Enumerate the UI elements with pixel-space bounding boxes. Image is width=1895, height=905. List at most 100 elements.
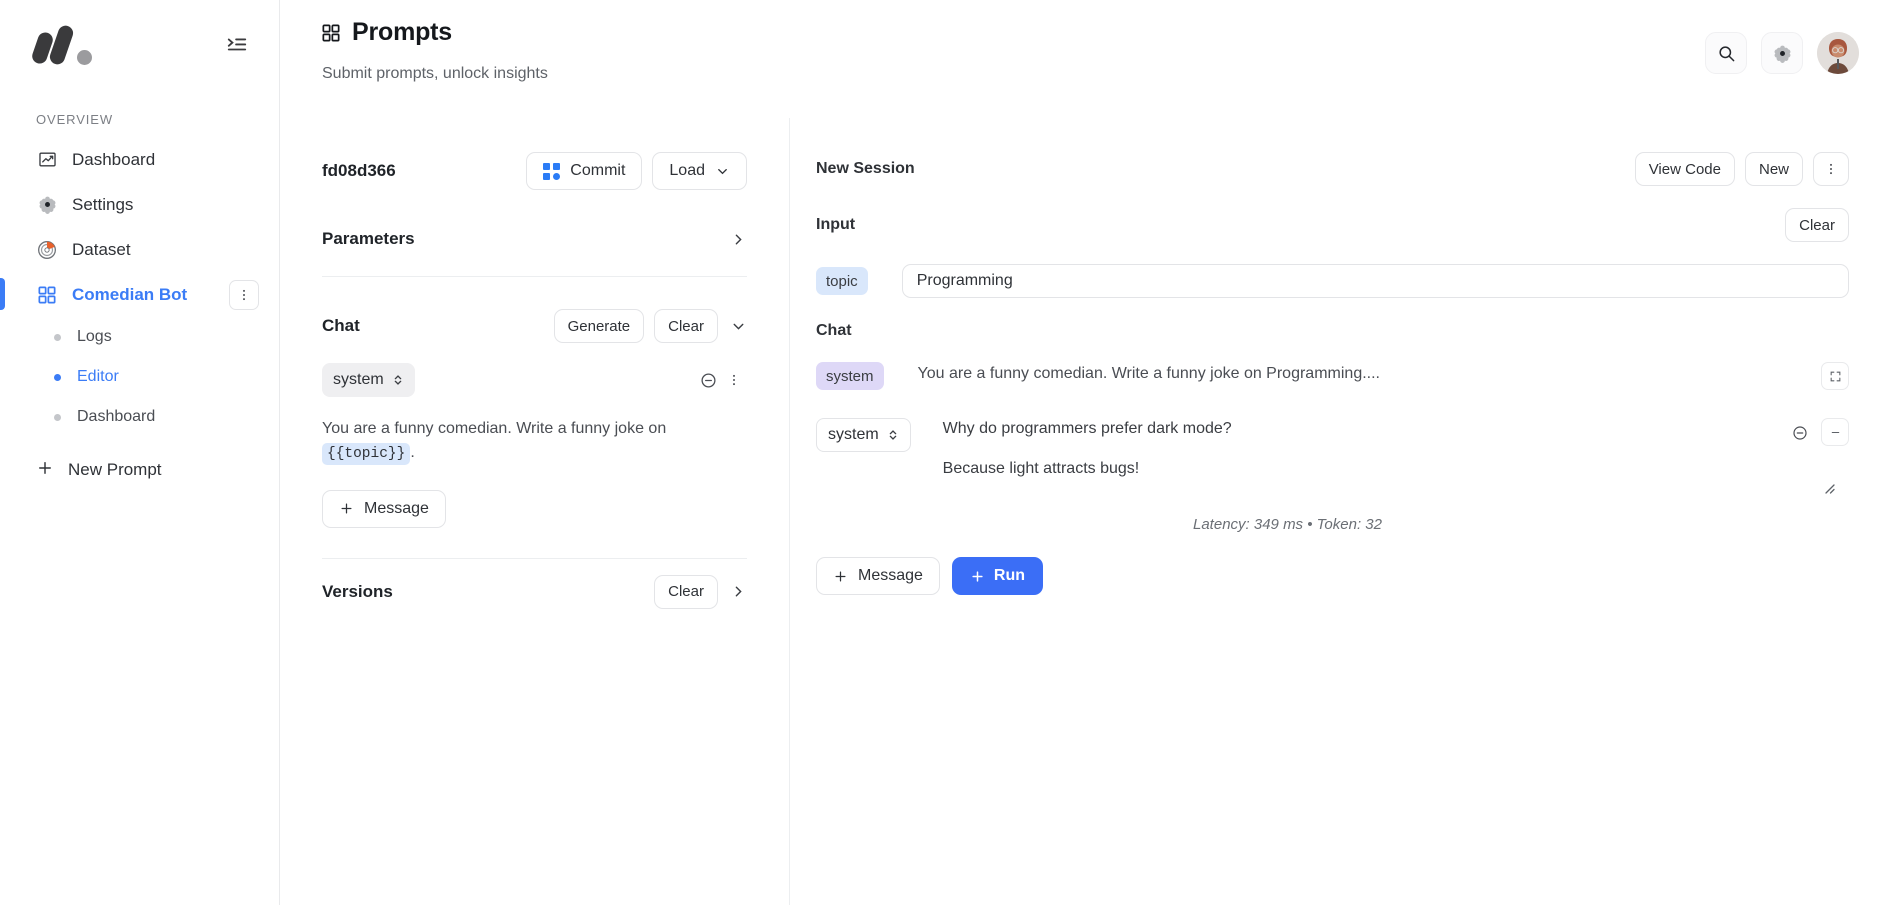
input-variable-badge: topic [816, 267, 868, 295]
sidebar-item-label: Dashboard [72, 149, 156, 169]
chevron-down-icon [718, 168, 727, 174]
response-line-1: Why do programmers prefer dark mode? [942, 420, 1232, 437]
assistant-response-block: system Why do programmers prefer dark mo… [816, 418, 1849, 494]
versions-clear-label: Clear [668, 583, 704, 601]
page-title: Prompts [352, 18, 453, 46]
session-more-icon[interactable] [1813, 152, 1849, 186]
chat-title: Chat [322, 316, 360, 335]
chart-line-icon [36, 149, 58, 171]
resize-handle-icon[interactable] [1821, 480, 1835, 499]
message-role-selector[interactable]: system [322, 363, 415, 397]
commit-label: Commit [570, 162, 626, 179]
gear-icon [36, 194, 58, 216]
run-label: Run [993, 567, 1026, 584]
new-session-label: New [1758, 160, 1789, 178]
chevron-down-icon[interactable] [730, 318, 747, 335]
sidebar-header [0, 0, 279, 88]
sidebar-subitem-logs[interactable]: Logs [0, 317, 279, 357]
response-line-2: Because light attracts bugs! [942, 460, 1140, 477]
editor-panels: fd08d366 Commit Load Parameters Chat Gen… [280, 118, 1895, 905]
new-prompt-label: New Prompt [68, 460, 162, 479]
sidebar-item-label: Comedian Bot [72, 284, 188, 304]
gear-icon[interactable] [1761, 32, 1803, 74]
session-add-message-label: Message [858, 567, 923, 584]
page-header: Prompts Submit prompts, unlock insights [280, 0, 1895, 118]
view-code-label: View Code [1648, 160, 1721, 178]
collapse-sidebar-icon[interactable] [221, 28, 253, 60]
divider [322, 276, 747, 277]
response-role-selector[interactable]: system [816, 418, 911, 452]
input-label: Input [816, 216, 856, 233]
response-text[interactable]: Why do programmers prefer dark mode? Bec… [943, 418, 1787, 478]
app-root: OVERVIEW Dashboard Settings Dataset Come… [0, 0, 1895, 905]
run-button[interactable]: Run [951, 557, 1044, 595]
bullet-icon [54, 333, 61, 341]
minus-circle-icon[interactable] [695, 367, 721, 393]
versions-title: Versions [322, 581, 393, 601]
prompt-hash: fd08d366 [322, 161, 396, 180]
chat-clear-button[interactable]: Clear [654, 309, 718, 343]
system-message-row: system You are a funny comedian. Write a… [816, 362, 1849, 390]
session-panel: New Session View Code New Input Clear to… [790, 118, 1895, 905]
sidebar-subitem-editor[interactable]: Editor [0, 357, 279, 397]
chat-label: Chat [816, 322, 852, 339]
new-prompt-button[interactable]: New Prompt [0, 447, 279, 493]
app-logo [30, 23, 96, 67]
search-icon[interactable] [1705, 32, 1747, 74]
sidebar-item-comedian-bot[interactable]: Comedian Bot [0, 272, 279, 317]
chevron-right-icon[interactable] [730, 583, 747, 600]
generate-button[interactable]: Generate [553, 309, 645, 343]
chat-message-row: system [322, 363, 747, 397]
bullet-icon [54, 373, 61, 381]
input-clear-label: Clear [1799, 216, 1835, 234]
input-clear-button[interactable]: Clear [1785, 208, 1849, 242]
grid-icon [36, 284, 58, 306]
page-title-icon [322, 23, 340, 42]
parameters-section-header[interactable]: Parameters [322, 216, 747, 262]
add-message-label: Message [364, 499, 429, 517]
system-badge: system [816, 362, 884, 390]
user-avatar[interactable] [1817, 32, 1859, 74]
latency-token-meta: Latency: 349 ms • Token: 32 [1193, 516, 1382, 533]
topic-input[interactable] [901, 264, 1849, 298]
sidebar-subitem-label: Dashboard [77, 408, 156, 425]
prompt-header-row: fd08d366 Commit Load [322, 152, 747, 190]
view-code-button[interactable]: View Code [1634, 152, 1735, 186]
session-add-message-button[interactable]: Message [816, 557, 940, 595]
chevron-right-icon[interactable] [730, 231, 747, 248]
load-button[interactable]: Load [652, 152, 747, 190]
plus-icon [835, 571, 846, 581]
bullet-icon [54, 413, 61, 421]
minus-circle-icon[interactable] [1787, 420, 1813, 446]
divider [322, 557, 747, 559]
sidebar-subitem-dashboard[interactable]: Dashboard [0, 397, 279, 437]
response-role-label: system [828, 426, 879, 443]
session-header-row: New Session View Code New [816, 152, 1849, 186]
expand-icon[interactable] [1821, 362, 1849, 390]
add-message-button[interactable]: Message [322, 489, 446, 528]
sidebar-item-label: Settings [72, 194, 134, 214]
sidebar-item-settings[interactable]: Settings [0, 182, 279, 227]
database-donut-icon [36, 239, 58, 261]
prompt-variable-token: {{topic}} [322, 443, 411, 465]
commit-button[interactable]: Commit [526, 152, 643, 190]
grid-blue-icon [543, 162, 561, 180]
response-actions-row: Message Run [816, 557, 1849, 595]
prompt-editor-panel: fd08d366 Commit Load Parameters Chat Gen… [280, 118, 790, 905]
message-more-icon[interactable] [721, 367, 747, 393]
sidebar-item-dataset[interactable]: Dataset [0, 227, 279, 272]
minimize-icon[interactable] [1821, 418, 1849, 446]
generate-label: Generate [567, 317, 631, 335]
new-session-button[interactable]: New [1744, 152, 1803, 186]
sidebar-section-label: OVERVIEW [36, 112, 114, 127]
prompt-text-before: You are a funny comedian. Write a funny … [322, 420, 667, 437]
sidebar-item-dashboard[interactable]: Dashboard [0, 137, 279, 182]
versions-clear-button[interactable]: Clear [654, 574, 718, 609]
comedian-bot-more-icon[interactable] [229, 279, 259, 310]
system-message-text: You are a funny comedian. Write a funny … [917, 365, 1380, 382]
chevron-up-down-icon [889, 430, 896, 440]
prompt-message-text[interactable]: You are a funny comedian. Write a funny … [322, 417, 747, 466]
plus-icon [36, 459, 54, 482]
page-subtitle: Submit prompts, unlock insights [322, 65, 548, 82]
versions-section-header: Versions Clear [322, 569, 747, 615]
